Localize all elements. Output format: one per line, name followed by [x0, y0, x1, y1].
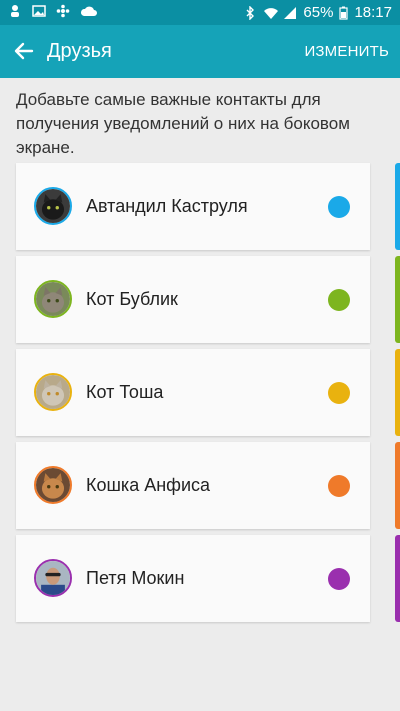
description-text: Добавьте самые важные контакты для получ…: [16, 90, 350, 157]
color-dot[interactable]: [328, 196, 350, 218]
edge-tab[interactable]: [395, 349, 400, 436]
app-bar: Друзья ИЗМЕНИТЬ: [0, 25, 400, 78]
battery-icon: [339, 6, 349, 20]
contact-name: Кот Бублик: [86, 289, 178, 309]
status-bar: 65% 18:17: [0, 0, 400, 25]
edge-tab[interactable]: [395, 163, 400, 250]
color-dot[interactable]: [328, 568, 350, 590]
color-dot[interactable]: [328, 475, 350, 497]
contact-card[interactable]: Петя Мокин: [16, 535, 370, 622]
bluetooth-icon: [243, 4, 257, 21]
contact-name: Петя Мокин: [86, 568, 185, 588]
contact-card[interactable]: Кошка Анфиса: [16, 442, 370, 529]
contact-name: Автандил Каструля: [86, 196, 248, 216]
avatar: [34, 280, 72, 318]
edge-tab[interactable]: [395, 256, 400, 343]
status-left-icons: [8, 4, 97, 18]
image-icon: [32, 4, 46, 18]
edit-button[interactable]: ИЗМЕНИТЬ: [304, 43, 389, 60]
flower-icon: [56, 4, 70, 18]
back-arrow-icon[interactable]: [12, 39, 36, 63]
person-icon: [8, 4, 22, 18]
page-title: Друзья: [47, 40, 112, 62]
battery-percent: 65%: [303, 4, 334, 21]
clock: 18:17: [354, 4, 392, 21]
contact-name: Кошка Анфиса: [86, 475, 211, 495]
avatar: [34, 373, 72, 411]
status-right: 65% 18:17: [243, 4, 392, 21]
contact-card[interactable]: Кот Бублик: [16, 256, 370, 343]
avatar: [34, 466, 72, 504]
contact-card[interactable]: Кот Тоша: [16, 349, 370, 436]
avatar: [34, 187, 72, 225]
contact-card[interactable]: Автандил Каструля: [16, 163, 370, 250]
color-dot[interactable]: [328, 289, 350, 311]
edge-tab[interactable]: [395, 535, 400, 622]
cloud-icon: [80, 4, 97, 18]
signal-icon: [283, 6, 297, 20]
color-dot[interactable]: [328, 382, 350, 404]
wifi-icon: [263, 6, 279, 20]
edge-tab[interactable]: [395, 442, 400, 529]
avatar: [34, 559, 72, 597]
contact-name: Кот Тоша: [86, 382, 164, 402]
